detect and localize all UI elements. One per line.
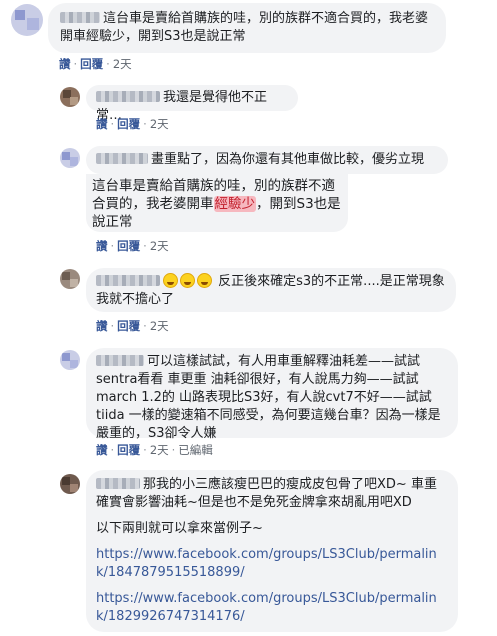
permalink-link[interactable]: https://www.facebook.com/groups/LS3Club/… [96,590,448,626]
grinning-emoji-icon [180,273,195,288]
comment-bubble: 我還是覺得他不正常… [86,85,298,123]
timestamp[interactable]: 2天 [113,57,132,71]
reply-button[interactable]: 回覆 [117,117,140,131]
comment-text: 畫重點了，因為你還有其他車做比較，優劣立現 [151,152,425,167]
comment-actions: 讚 · 回覆 · 2天 [96,117,169,131]
reply-button[interactable]: 回覆 [117,443,140,457]
comment-text: 可以這樣試試，有人用車重解釋油耗差——試試sentra看看 車更重 油耗卻很好，… [96,354,441,441]
comment-bubble: 可以這樣試試，有人用車重解釋油耗差——試試sentra看看 車更重 油耗卻很好，… [86,348,458,441]
comment-text: 這台車是賣給首購族的哇，別的族群不適合買的，我老婆開車經驗少，開到S3也是說正常 [60,11,429,44]
commenter-name[interactable] [96,275,160,286]
grinning-emoji-icon [163,273,178,288]
like-button[interactable]: 讚 [96,239,108,253]
grinning-emoji-icon [197,273,212,288]
commenter-name[interactable] [96,355,144,366]
like-button[interactable]: 讚 [59,57,71,71]
timestamp[interactable]: 2天 [150,443,169,457]
comment-text-2: 以下兩則就可以拿來當例子~ [96,521,263,536]
timestamp[interactable]: 2天 [150,319,169,333]
avatar[interactable] [11,4,43,36]
comment-actions: 讚 · 回覆 · 2天 [96,319,169,333]
comment-actions: 讚 · 回覆 · 2天 · 已編輯 [96,443,213,457]
reply-button[interactable]: 回覆 [80,57,103,71]
like-button[interactable]: 讚 [96,443,108,457]
edited-label[interactable]: 已編輯 [178,443,213,457]
like-button[interactable]: 讚 [96,319,108,333]
permalink-link[interactable]: https://www.facebook.com/groups/LS3Club/… [96,546,448,582]
avatar[interactable] [60,350,80,370]
like-button[interactable]: 讚 [96,117,108,131]
comment-bubble: 反正後來確定s3的不正常....是正常現象我就不擔心了 [86,268,456,312]
comment-actions: 讚 · 回覆 · 2天 [59,57,132,71]
commenter-name[interactable] [96,91,160,102]
avatar[interactable] [60,474,80,494]
commenter-name[interactable] [60,12,100,23]
comment-bubble: 那我的小三應該瘦巴巴的瘦成皮包骨了吧XD~ 車重確實會影響油耗~但是也不是免死金… [86,470,458,632]
comment-actions: 讚 · 回覆 · 2天 [96,239,169,253]
timestamp[interactable]: 2天 [150,239,169,253]
avatar[interactable] [60,148,80,168]
commenter-name[interactable] [96,478,140,489]
reply-button[interactable]: 回覆 [117,239,140,253]
highlighted-text: 經驗少 [213,196,256,212]
comment-bubble: 這台車是賣給首購族的哇，別的族群不適合買的，我老婆開車經驗少，開到S3也是說正常 [48,3,446,53]
timestamp[interactable]: 2天 [150,117,169,131]
quoted-text-bubble: 這台車是賣給首購族的哇，別的族群不適合買的，我老婆開車經驗少，開到S3也是說正常 [86,174,348,232]
comment-bubble: 畫重點了，因為你還有其他車做比較，優劣立現 [86,146,448,174]
commenter-name[interactable] [96,153,148,164]
avatar[interactable] [60,269,80,289]
reply-button[interactable]: 回覆 [117,319,140,333]
comment-text: 那我的小三應該瘦巴巴的瘦成皮包骨了吧XD~ 車重確實會影響油耗~但是也不是免死金… [96,477,437,510]
avatar[interactable] [60,87,80,107]
